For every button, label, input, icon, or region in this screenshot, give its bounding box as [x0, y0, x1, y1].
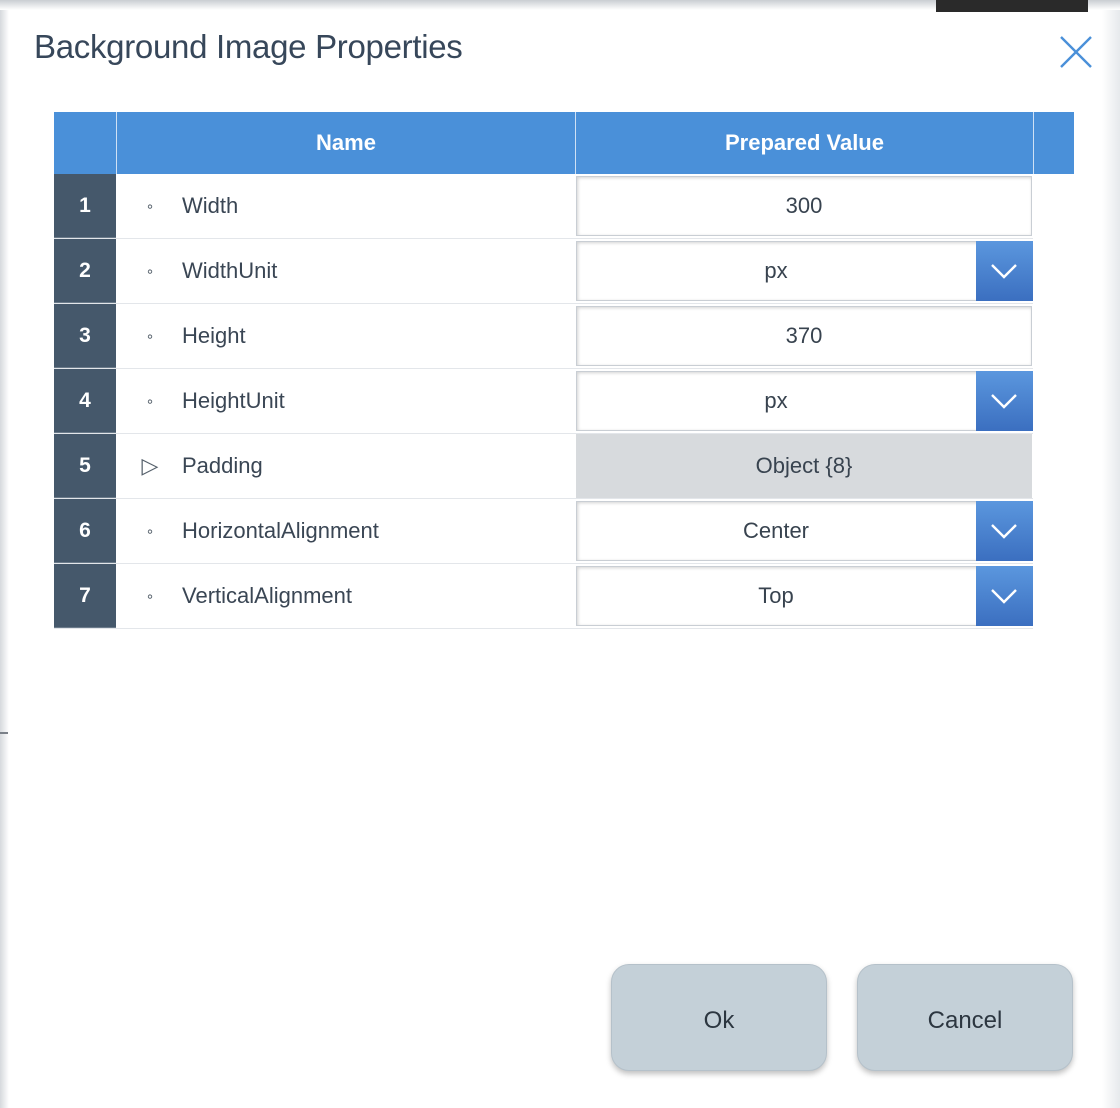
chevron-down-icon [991, 589, 1017, 604]
value-input[interactable]: 370 [576, 306, 1032, 366]
chevron-down-icon [991, 394, 1017, 409]
window-left-edge [0, 10, 9, 1108]
grid-header: Name Prepared Value [54, 112, 1074, 174]
table-row[interactable]: 4 ∘ HeightUnit px [54, 369, 1033, 434]
property-name: HeightUnit [182, 388, 285, 413]
row-number: 6 [54, 499, 116, 563]
bullet-icon: ∘ [145, 263, 155, 279]
dropdown-button[interactable] [976, 501, 1033, 561]
window-right-edge [1102, 10, 1120, 1108]
row-number: 7 [54, 564, 116, 628]
row-number: 2 [54, 239, 116, 303]
table-row[interactable]: 7 ∘ VerticalAlignment Top [54, 564, 1033, 629]
close-button[interactable] [1058, 34, 1094, 70]
properties-grid: Name Prepared Value 1 ∘ Width 300 2 ∘ WidthUni… [54, 112, 1074, 629]
table-row[interactable]: 3 ∘ Height 370 [54, 304, 1033, 369]
value-input[interactable]: 300 [576, 176, 1032, 236]
property-name: VerticalAlignment [182, 583, 352, 608]
property-name: HorizontalAlignment [182, 518, 379, 543]
row-number: 5 [54, 434, 116, 498]
ok-button[interactable]: Ok [611, 964, 827, 1071]
row-number: 1 [54, 174, 116, 238]
property-name: Height [182, 323, 246, 348]
table-row[interactable]: 5 ▷ Padding Object {8} [54, 434, 1033, 499]
property-name: WidthUnit [182, 258, 278, 283]
bullet-icon: ∘ [145, 328, 155, 344]
window-top-dark-bar [936, 0, 1088, 12]
value-select[interactable]: Top [576, 566, 1032, 626]
row-number: 3 [54, 304, 116, 368]
expand-triangle-icon[interactable]: ▷ [138, 434, 162, 498]
grid-body: 1 ∘ Width 300 2 ∘ WidthUnit px 3 ∘ Height 370 4 ∘ Heig… [54, 174, 1074, 629]
table-row[interactable]: 1 ∘ Width 300 [54, 174, 1033, 239]
bullet-icon: ∘ [145, 198, 155, 214]
bullet-icon: ∘ [145, 588, 155, 604]
value-object[interactable]: Object {8} [576, 434, 1032, 498]
value-select[interactable]: px [576, 371, 1032, 431]
property-name: Width [182, 193, 239, 218]
header-row-number [54, 112, 117, 174]
row-number: 4 [54, 369, 116, 433]
value-select[interactable]: px [576, 241, 1032, 301]
table-row[interactable]: 6 ∘ HorizontalAlignment Center [54, 499, 1033, 564]
dropdown-button[interactable] [976, 241, 1033, 301]
dialog: Background Image Properties Name Prepare… [0, 0, 1120, 1108]
header-name: Name [117, 112, 576, 174]
cancel-button[interactable]: Cancel [857, 964, 1073, 1071]
header-prepared-value: Prepared Value [576, 112, 1034, 174]
table-row[interactable]: 2 ∘ WidthUnit px [54, 239, 1033, 304]
dropdown-button[interactable] [976, 371, 1033, 431]
dialog-title: Background Image Properties [34, 28, 463, 65]
window-left-tick [0, 732, 8, 734]
property-name: Padding [182, 453, 263, 478]
chevron-down-icon [991, 264, 1017, 279]
bullet-icon: ∘ [145, 523, 155, 539]
close-icon [1060, 36, 1092, 68]
value-select[interactable]: Center [576, 501, 1032, 561]
bullet-icon: ∘ [145, 393, 155, 409]
dropdown-button[interactable] [976, 566, 1033, 626]
chevron-down-icon [991, 524, 1017, 539]
